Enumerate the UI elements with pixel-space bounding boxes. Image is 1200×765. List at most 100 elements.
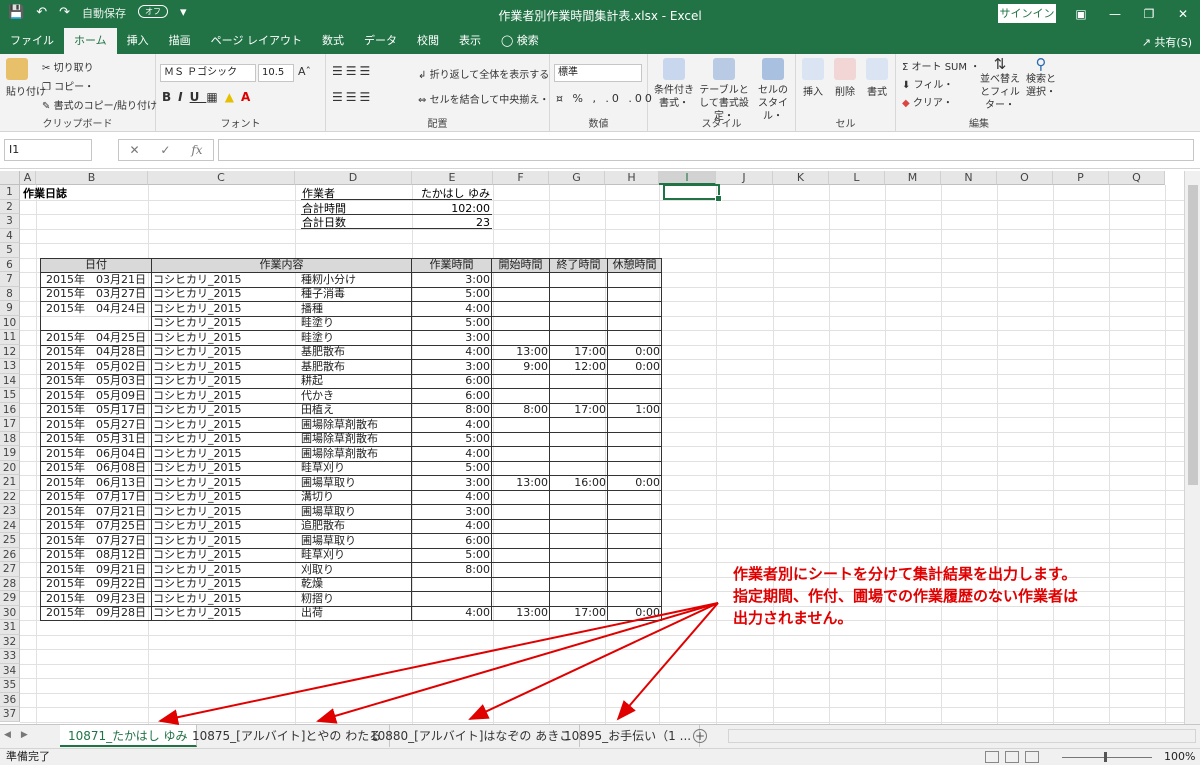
cell-date[interactable]: 2015年 05月02日 — [40, 359, 152, 375]
tab-formulas[interactable]: 数式 — [312, 28, 354, 54]
cut-button[interactable]: ✂ 切り取り — [42, 59, 94, 74]
cell-end[interactable] — [549, 547, 608, 563]
tab-view[interactable]: 表示 — [449, 28, 491, 54]
cell-hours[interactable]: 3:00 — [411, 475, 492, 491]
cell-end[interactable] — [549, 504, 608, 520]
select-all-corner[interactable] — [0, 171, 20, 185]
page-break-view-icon[interactable] — [1025, 751, 1039, 763]
cell-task[interactable]: コシヒカリ_2015 追肥散布 — [151, 518, 412, 534]
cell-hours[interactable] — [411, 591, 492, 607]
cell-start[interactable] — [491, 330, 550, 346]
delete-cells-button[interactable]: 削除 — [834, 58, 856, 98]
column-header-c[interactable]: C — [148, 171, 295, 185]
cell-task[interactable]: コシヒカリ_2015 種籾小分け — [151, 272, 412, 288]
cell-task[interactable]: コシヒカリ_2015 基肥散布 — [151, 344, 412, 360]
fx-icon[interactable]: fx — [191, 140, 202, 160]
row-header-5[interactable]: 5 — [0, 243, 20, 258]
cell-start[interactable] — [491, 504, 550, 520]
column-header-o[interactable]: O — [997, 171, 1053, 185]
row-header-27[interactable]: 27 — [0, 562, 20, 577]
cell-date[interactable]: 2015年 03月27日 — [40, 286, 152, 302]
cell-start[interactable] — [491, 417, 550, 433]
cell-hours[interactable]: 4:00 — [411, 446, 492, 462]
tab-draw[interactable]: 描画 — [159, 28, 201, 54]
cell-break[interactable] — [607, 460, 662, 476]
cell-task[interactable]: コシヒカリ_2015 畦草刈り — [151, 547, 412, 563]
conditional-format-button[interactable]: 条件付き書式・ — [654, 58, 694, 110]
cell-date[interactable]: 2015年 07月27日 — [40, 533, 152, 549]
row-header-35[interactable]: 35 — [0, 678, 20, 693]
cell-end[interactable] — [549, 591, 608, 607]
font-color-icon[interactable]: A — [241, 90, 257, 104]
tab-search[interactable]: ◯ 検索 — [491, 28, 549, 54]
border-icon[interactable]: ▦ — [206, 90, 224, 104]
row-header-7[interactable]: 7 — [0, 272, 20, 287]
cell-end[interactable] — [549, 301, 608, 317]
row-header-32[interactable]: 32 — [0, 634, 20, 649]
zoom-level[interactable]: 100% — [1164, 749, 1195, 765]
insert-cells-button[interactable]: 挿入 — [802, 58, 824, 98]
cell-task[interactable]: コシヒカリ_2015 基肥散布 — [151, 359, 412, 375]
cell-start[interactable]: 9:00 — [491, 359, 550, 375]
column-header-a[interactable]: A — [20, 171, 36, 185]
align-top-icons[interactable]: ☰☰☰ — [332, 64, 373, 78]
cell-task[interactable]: コシヒカリ_2015 畦塗り — [151, 330, 412, 346]
cell-task[interactable]: コシヒカリ_2015 播種 — [151, 301, 412, 317]
number-format-icons[interactable]: ¤ % , .0 .00 — [556, 92, 655, 105]
vertical-scrollbar[interactable] — [1184, 171, 1200, 724]
row-header-22[interactable]: 22 — [0, 489, 20, 504]
tab-file[interactable]: ファイル — [0, 28, 64, 54]
cell-hours[interactable]: 4:00 — [411, 605, 492, 621]
column-header-q[interactable]: Q — [1109, 171, 1165, 185]
row-header-20[interactable]: 20 — [0, 460, 20, 475]
cell-break[interactable] — [607, 388, 662, 404]
cell-hours[interactable]: 3:00 — [411, 504, 492, 520]
cell-start[interactable]: 13:00 — [491, 344, 550, 360]
column-header-d[interactable]: D — [295, 171, 412, 185]
copy-button[interactable]: ❐ コピー・ — [42, 78, 94, 93]
row-header-17[interactable]: 17 — [0, 417, 20, 432]
cell-task[interactable]: コシヒカリ_2015 圃場草取り — [151, 504, 412, 520]
horizontal-scrollbar[interactable] — [728, 729, 1196, 743]
column-header-n[interactable]: N — [941, 171, 997, 185]
cell-hours[interactable]: 5:00 — [411, 431, 492, 447]
cell-break[interactable] — [607, 330, 662, 346]
cell-hours[interactable]: 5:00 — [411, 315, 492, 331]
cell-hours[interactable]: 6:00 — [411, 388, 492, 404]
cell-end[interactable] — [549, 330, 608, 346]
cell-end[interactable] — [549, 388, 608, 404]
cell-date[interactable]: 2015年 05月17日 — [40, 402, 152, 418]
cell-hours[interactable]: 4:00 — [411, 417, 492, 433]
column-header-k[interactable]: K — [773, 171, 829, 185]
cell-break[interactable] — [607, 272, 662, 288]
minimize-icon[interactable]: — — [1098, 0, 1132, 28]
row-header-34[interactable]: 34 — [0, 663, 20, 678]
sheet-tab-2[interactable]: 10875_[アルバイト]とやの わたる — [184, 725, 391, 747]
cell-start[interactable] — [491, 547, 550, 563]
cell-date[interactable]: 2015年 09月28日 — [40, 605, 152, 621]
cell-break[interactable] — [607, 518, 662, 534]
cell-hours[interactable]: 6:00 — [411, 533, 492, 549]
row-header-11[interactable]: 11 — [0, 330, 20, 345]
cell-break[interactable] — [607, 315, 662, 331]
cell-end[interactable]: 17:00 — [549, 344, 608, 360]
cell-date[interactable]: 2015年 03月21日 — [40, 272, 152, 288]
tab-data[interactable]: データ — [354, 28, 407, 54]
enter-icon[interactable]: ✓ — [160, 140, 170, 160]
cell-end[interactable] — [549, 417, 608, 433]
cell-date[interactable]: 2015年 05月03日 — [40, 373, 152, 389]
cell-task[interactable]: コシヒカリ_2015 種子消毒 — [151, 286, 412, 302]
cell-start[interactable]: 13:00 — [491, 475, 550, 491]
row-header-1[interactable]: 1 — [0, 185, 20, 200]
format-cells-button[interactable]: 書式 — [866, 58, 888, 98]
cell-date[interactable]: 2015年 04月24日 — [40, 301, 152, 316]
cell-end[interactable]: 17:00 — [549, 605, 608, 621]
page-layout-view-icon[interactable] — [1005, 751, 1019, 763]
cell-break[interactable] — [607, 489, 662, 505]
formula-input[interactable] — [218, 139, 1194, 161]
row-header-30[interactable]: 30 — [0, 605, 20, 620]
cell-date[interactable]: 2015年 09月22日 — [40, 576, 152, 592]
sheet-next-icon[interactable]: ▶ — [21, 730, 28, 740]
cell-end[interactable] — [549, 286, 608, 302]
cell-date[interactable]: 2015年 07月21日 — [40, 504, 152, 520]
